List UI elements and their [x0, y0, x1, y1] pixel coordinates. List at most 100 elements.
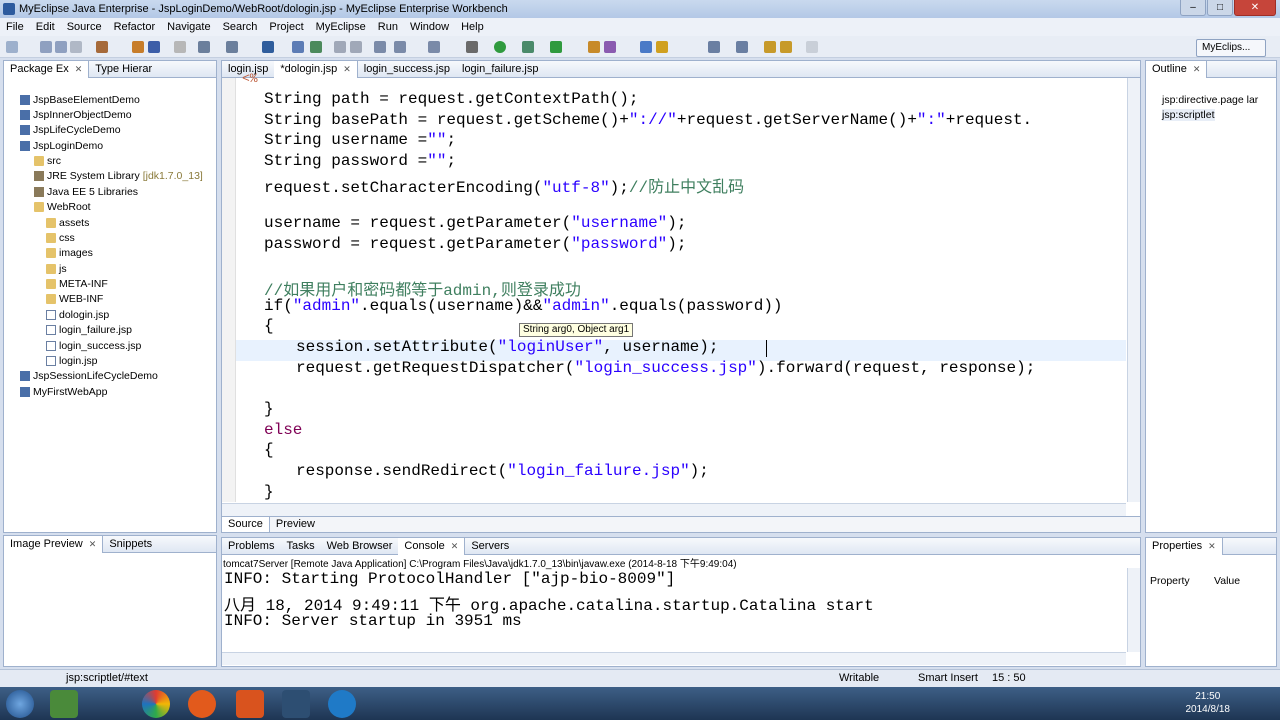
tree-item-jspbaseelementdemo[interactable]: JspBaseElementDemo: [20, 94, 140, 106]
tab-properties[interactable]: Properties ✕: [1146, 537, 1223, 555]
myeclipse-taskbar-icon[interactable]: [282, 690, 310, 718]
tree-item-web-inf[interactable]: WEB-INF: [46, 293, 103, 305]
tree-item-assets[interactable]: assets: [46, 217, 89, 229]
forward-icon[interactable]: [806, 41, 818, 53]
tab-image-preview[interactable]: Image Preview ✕: [4, 535, 104, 553]
refresh-icon[interactable]: [350, 41, 362, 53]
terminal-icon[interactable]: [428, 41, 440, 53]
tool2-icon[interactable]: [394, 41, 406, 53]
tree-item-login-failure-jsp[interactable]: login_failure.jsp: [46, 324, 132, 336]
editor-tab-login-failure-jsp[interactable]: login_failure.jsp: [456, 61, 544, 78]
tab-outline[interactable]: Outline ✕: [1146, 60, 1208, 78]
tree-item-js[interactable]: js: [46, 263, 67, 275]
search-icon[interactable]: [334, 41, 346, 53]
menu-project[interactable]: Project: [263, 21, 309, 33]
tab-problems[interactable]: Problems: [222, 538, 280, 555]
tree-item-webroot[interactable]: WebRoot: [34, 201, 91, 213]
menu-file[interactable]: File: [0, 21, 30, 33]
tab-tasks[interactable]: Tasks: [280, 538, 320, 555]
browser-icon[interactable]: [226, 41, 238, 53]
close-tab-icon[interactable]: ✕: [89, 539, 97, 549]
package-icon[interactable]: [292, 41, 304, 53]
menu-window[interactable]: Window: [404, 21, 455, 33]
minimize-button[interactable]: –: [1180, 0, 1206, 16]
tree-item-jspsessionlifecycledemo[interactable]: JspSessionLifeCycleDemo: [20, 370, 158, 382]
close-button[interactable]: ✕: [1234, 0, 1276, 16]
system-clock[interactable]: 21:50 2014/8/18: [1186, 690, 1231, 716]
editor-horizontal-scrollbar[interactable]: [222, 503, 1126, 516]
back-icon[interactable]: [780, 41, 792, 53]
globe-icon[interactable]: [310, 41, 322, 53]
close-tab-icon[interactable]: ✕: [451, 541, 459, 551]
editor-tab-dologin-jsp[interactable]: *dologin.jsp ✕: [274, 60, 358, 78]
tree-item-jre-library[interactable]: JRE System Library [jdk1.7.0_13]: [34, 170, 203, 182]
next-annotation-icon[interactable]: [736, 41, 748, 53]
outline-item-directive[interactable]: jsp:directive.page lar: [1162, 94, 1258, 106]
tree-item-images[interactable]: images: [46, 247, 93, 259]
media-player-icon[interactable]: [188, 690, 216, 718]
menu-edit[interactable]: Edit: [30, 21, 61, 33]
run-icon[interactable]: [494, 41, 506, 53]
tab-snippets[interactable]: Snippets: [103, 536, 158, 553]
last-edit-icon[interactable]: [764, 41, 776, 53]
tree-item-login-jsp[interactable]: login.jsp: [46, 355, 98, 367]
tab-servers[interactable]: Servers: [465, 538, 515, 555]
editor-vertical-scrollbar[interactable]: [1127, 78, 1140, 502]
start-button-icon[interactable]: [6, 690, 34, 718]
marker-icon[interactable]: [604, 41, 616, 53]
app-taskbar-icon[interactable]: [50, 690, 78, 718]
tree-item-dologin-jsp[interactable]: dologin.jsp: [46, 309, 109, 321]
pen-icon[interactable]: [656, 41, 668, 53]
open-type-icon[interactable]: [96, 41, 108, 53]
console-horizontal-scrollbar[interactable]: [222, 652, 1126, 665]
tree-item-css[interactable]: css: [46, 232, 75, 244]
chrome-icon[interactable]: [142, 690, 170, 718]
web-icon[interactable]: [198, 41, 210, 53]
recorder-icon[interactable]: [328, 690, 356, 718]
close-tab-icon[interactable]: ✕: [1208, 541, 1216, 551]
print-icon[interactable]: [70, 41, 82, 53]
powerpoint-icon[interactable]: [236, 690, 264, 718]
tree-item-jspinnerobjectdemo[interactable]: JspInnerObjectDemo: [20, 109, 132, 121]
save-icon[interactable]: [40, 41, 52, 53]
tree-item-jsplogindemo[interactable]: JspLoginDemo: [20, 140, 103, 152]
tree-item-javaee-libraries[interactable]: Java EE 5 Libraries: [34, 186, 138, 198]
server-icon[interactable]: [174, 41, 186, 53]
open-perspective-icon[interactable]: [262, 41, 274, 53]
tree-item-login-success-jsp[interactable]: login_success.jsp: [46, 340, 141, 352]
editor-tab-login-success-jsp[interactable]: login_success.jsp: [358, 61, 456, 78]
tool-icon[interactable]: [374, 41, 386, 53]
tab-web-browser[interactable]: Web Browser: [321, 538, 399, 555]
menu-refactor[interactable]: Refactor: [108, 21, 162, 33]
maximize-button[interactable]: □: [1207, 0, 1233, 16]
tree-item-src[interactable]: src: [34, 155, 61, 167]
menu-navigate[interactable]: Navigate: [161, 21, 216, 33]
menu-source[interactable]: Source: [61, 21, 108, 33]
tab-type-hierarchy[interactable]: Type Hierar: [89, 61, 158, 78]
menu-run[interactable]: Run: [372, 21, 404, 33]
settings-icon[interactable]: [466, 41, 478, 53]
console-vertical-scrollbar[interactable]: [1127, 568, 1140, 652]
menu-search[interactable]: Search: [217, 21, 264, 33]
menu-help[interactable]: Help: [455, 21, 490, 33]
tree-item-meta-inf[interactable]: META-INF: [46, 278, 108, 290]
tree-item-myfirstwebapp[interactable]: MyFirstWebApp: [20, 386, 108, 398]
preview-tab[interactable]: Preview: [270, 517, 321, 532]
edit-icon[interactable]: [640, 41, 652, 53]
build-icon[interactable]: [132, 41, 144, 53]
tab-console[interactable]: Console ✕: [398, 537, 466, 555]
source-tab[interactable]: Source: [222, 517, 270, 532]
menu-myeclipse[interactable]: MyEclipse: [310, 21, 372, 33]
close-tab-icon[interactable]: ✕: [1193, 64, 1201, 74]
annotation-icon[interactable]: [708, 41, 720, 53]
outline-item-scriptlet[interactable]: jsp:scriptlet: [1162, 109, 1215, 121]
tree-item-jsplifecycledemo[interactable]: JspLifeCycleDemo: [20, 124, 121, 136]
close-tab-icon[interactable]: ✕: [75, 64, 83, 74]
perspective-switcher[interactable]: MyEclips...: [1196, 39, 1266, 57]
deploy-icon[interactable]: [148, 41, 160, 53]
debug-icon[interactable]: [522, 41, 534, 53]
run-external-icon[interactable]: [550, 41, 562, 53]
new-icon[interactable]: [6, 41, 18, 53]
close-tab-icon[interactable]: ✕: [343, 64, 351, 74]
wizard-icon[interactable]: [588, 41, 600, 53]
